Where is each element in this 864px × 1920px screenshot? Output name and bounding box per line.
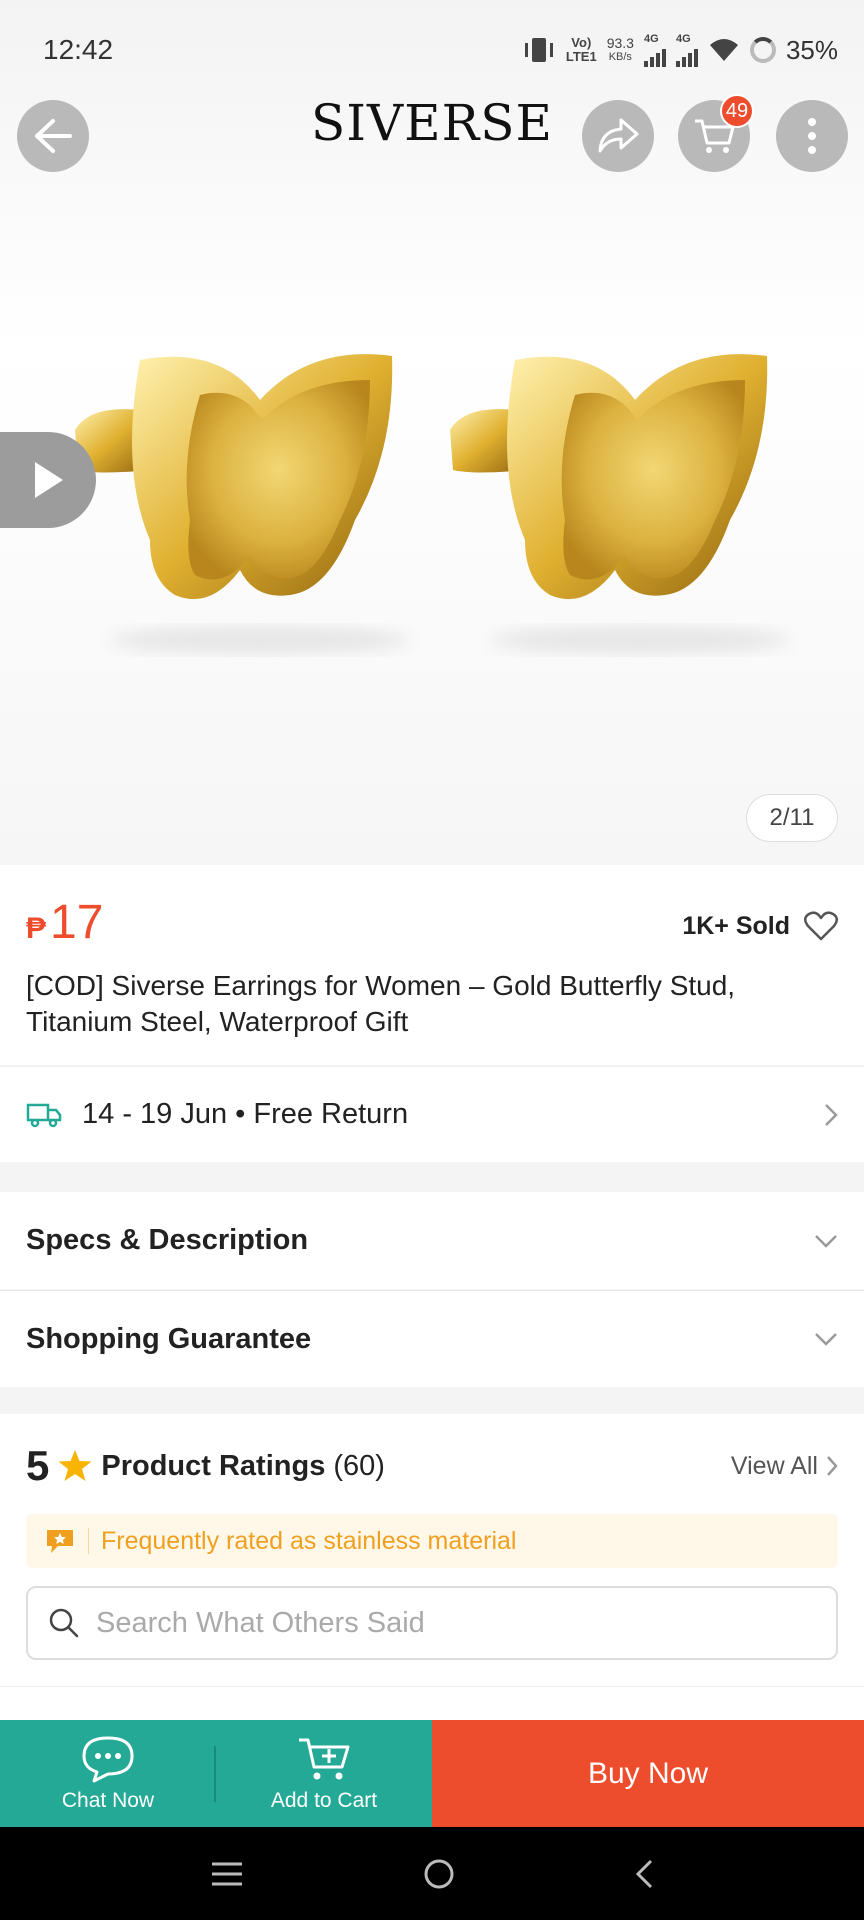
volte-indicator: Vo) LTE1 — [565, 35, 597, 64]
price-value: 17 — [50, 896, 104, 949]
sold-count: 1K+ Sold — [682, 911, 790, 940]
menu-icon[interactable] — [210, 1861, 244, 1887]
back-nav-icon[interactable] — [634, 1858, 654, 1890]
signal-bars-icon — [643, 45, 666, 67]
chevron-right-icon — [827, 1456, 838, 1476]
share-button[interactable] — [582, 100, 654, 172]
star-icon — [58, 1450, 92, 1481]
product-info: ₱17 1K+ Sold [COD] Siverse Earrings for … — [0, 865, 864, 1065]
cart-button[interactable]: 49 — [678, 94, 754, 172]
status-bar: 12:42 Vo) LTE1 93.3 KB/s 4G 4G 35% — [0, 0, 864, 100]
review-search-input[interactable] — [96, 1606, 816, 1640]
battery-percent: 35% — [785, 34, 838, 65]
home-icon[interactable] — [423, 1858, 455, 1890]
share-icon — [598, 118, 639, 153]
chevron-down-icon — [815, 1333, 837, 1346]
buy-now-button[interactable]: Buy Now — [432, 1720, 864, 1827]
add-to-cart-button[interactable]: Add to Cart — [216, 1720, 432, 1827]
delivery-row[interactable]: 14 - 19 Jun • Free Return — [0, 1066, 864, 1162]
chat-now-label: Chat Now — [61, 1788, 155, 1812]
arrow-left-icon — [35, 119, 72, 153]
system-nav-bar — [0, 1827, 864, 1920]
signal-2: 4G — [675, 33, 698, 67]
review-badge-icon — [47, 1530, 73, 1553]
specs-description-section[interactable]: Specs & Description — [0, 1192, 864, 1289]
bottom-action-bar: Chat Now Add to Cart Buy Now — [0, 1720, 864, 1827]
chevron-down-icon — [815, 1234, 837, 1248]
search-icon — [49, 1608, 79, 1638]
price: ₱17 — [26, 895, 103, 950]
chat-icon — [82, 1736, 134, 1782]
divider — [0, 1686, 864, 1687]
ratings-count: (60) — [333, 1449, 385, 1482]
view-all-label: View All — [730, 1451, 818, 1480]
cart-count-badge: 49 — [720, 94, 754, 128]
truck-icon — [26, 1103, 62, 1127]
add-cart-icon — [299, 1738, 350, 1779]
specs-title: Specs & Description — [26, 1224, 309, 1256]
chat-now-button[interactable]: Chat Now — [0, 1720, 216, 1827]
rating-tag-text: Frequently rated as stainless material — [101, 1526, 517, 1555]
signal-1: 4G — [643, 33, 666, 67]
more-vertical-icon — [808, 118, 816, 154]
back-button[interactable] — [17, 100, 89, 172]
currency-symbol: ₱ — [26, 912, 47, 945]
ratings-label: Product Ratings — [101, 1449, 326, 1482]
review-search-box[interactable] — [26, 1586, 838, 1660]
vibrate-icon — [524, 38, 553, 62]
action-divider — [214, 1746, 216, 1802]
shopping-guarantee-section[interactable]: Shopping Guarantee — [0, 1290, 864, 1387]
more-options-button[interactable] — [776, 100, 848, 172]
rating-highlight-tag[interactable]: Frequently rated as stainless material — [26, 1514, 838, 1568]
status-time: 12:42 — [43, 34, 114, 65]
add-to-cart-label: Add to Cart — [270, 1788, 378, 1812]
view-all-ratings-link[interactable]: View All — [731, 1452, 838, 1481]
heart-icon[interactable] — [804, 911, 838, 941]
tag-separator — [88, 1528, 89, 1554]
battery-icon — [749, 37, 776, 63]
delivery-text: 14 - 19 Jun • Free Return — [82, 1098, 409, 1130]
wifi-icon — [709, 39, 738, 61]
chevron-right-icon — [825, 1103, 838, 1126]
status-icons: Vo) LTE1 93.3 KB/s 4G 4G 35% — [522, 33, 838, 67]
signal-bars-icon — [675, 45, 698, 67]
ratings-section: 5 Product Ratings (60) View All Frequent… — [0, 1414, 864, 1724]
brand-logo[interactable]: SIVERSE — [300, 94, 564, 152]
top-nav: SIVERSE 49 — [0, 94, 864, 210]
product-title: [COD] Siverse Earrings for Women – Gold … — [26, 970, 736, 1037]
play-icon — [35, 462, 63, 498]
ratings-header: 5 Product Ratings (60) View All — [26, 1442, 838, 1490]
sold-count-row: 1K+ Sold — [682, 911, 838, 941]
guarantee-title: Shopping Guarantee — [26, 1322, 312, 1355]
image-counter: 2/11 — [746, 794, 838, 842]
rating-score: 5 — [26, 1442, 50, 1489]
play-video-button[interactable] — [0, 432, 96, 528]
network-speed: 93.3 KB/s — [606, 35, 634, 63]
